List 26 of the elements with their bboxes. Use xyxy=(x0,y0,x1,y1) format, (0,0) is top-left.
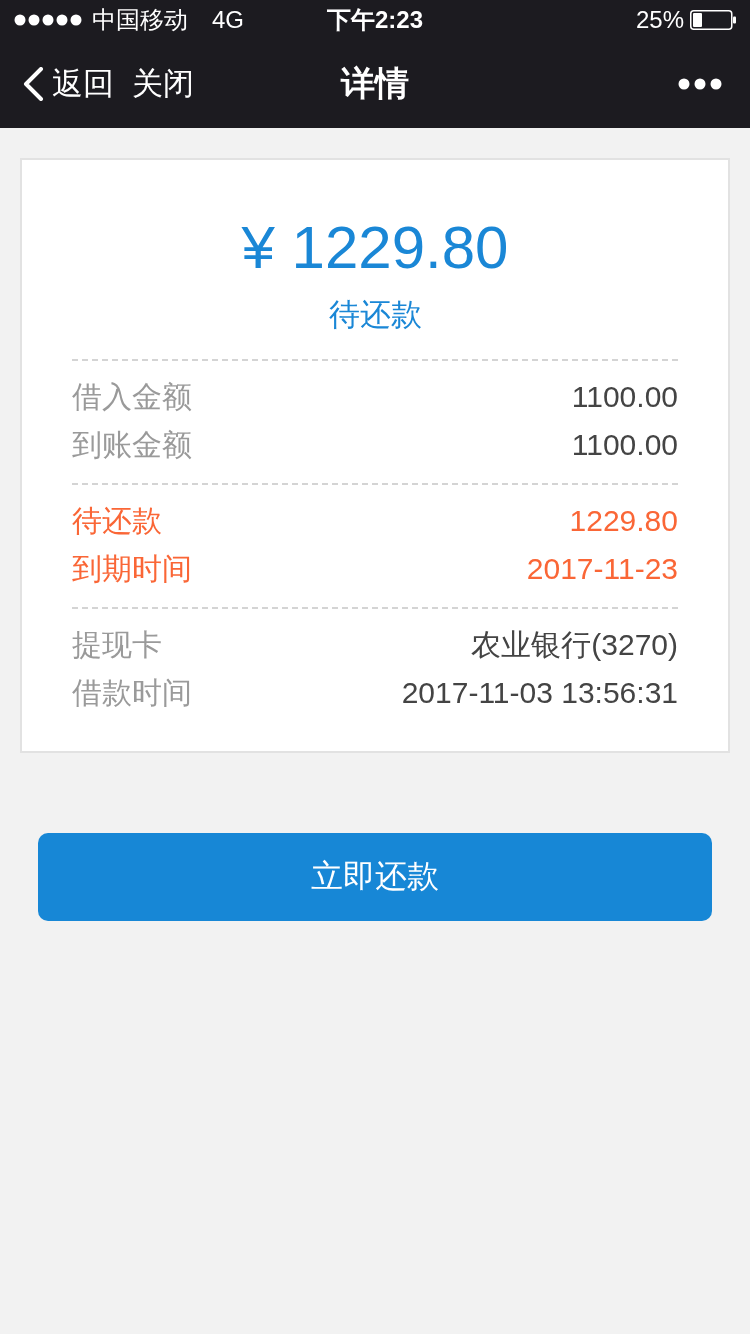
clock-time: 下午2:23 xyxy=(326,5,423,35)
carrier-name: 中国移动 xyxy=(92,5,188,35)
row-value: 1100.00 xyxy=(571,428,678,462)
row-label: 借款时间 xyxy=(72,674,192,711)
row-value: 1229.80 xyxy=(569,504,678,538)
page-title: 详情 xyxy=(341,63,409,104)
status-text: 待还款 xyxy=(327,296,423,334)
chevron-left-icon xyxy=(22,67,44,101)
signal-icon xyxy=(14,14,82,26)
row-value: 2017-11-03 13:56:31 xyxy=(401,676,678,710)
network-type: 4G xyxy=(212,6,244,34)
battery-icon xyxy=(690,10,736,30)
row-label: 到期时间 xyxy=(72,550,192,587)
row-label: 提现卡 xyxy=(72,626,162,663)
row-value: 农业银行(3270) xyxy=(471,626,678,663)
amount-text: ¥ 1229.80 xyxy=(240,213,510,283)
row-label: 借入金额 xyxy=(72,378,192,415)
row-label: 待还款 xyxy=(72,502,162,539)
close-button[interactable]: 关闭 xyxy=(132,64,194,104)
row-value: 2017-11-23 xyxy=(526,552,678,586)
repay-button[interactable]: 立即还款 xyxy=(38,833,712,921)
row-value: 1100.00 xyxy=(571,380,678,414)
battery-percent: 25% xyxy=(635,6,684,34)
row-label: 到账金额 xyxy=(72,426,192,463)
back-button[interactable]: 返回 xyxy=(22,64,114,104)
more-icon[interactable] xyxy=(678,78,722,90)
